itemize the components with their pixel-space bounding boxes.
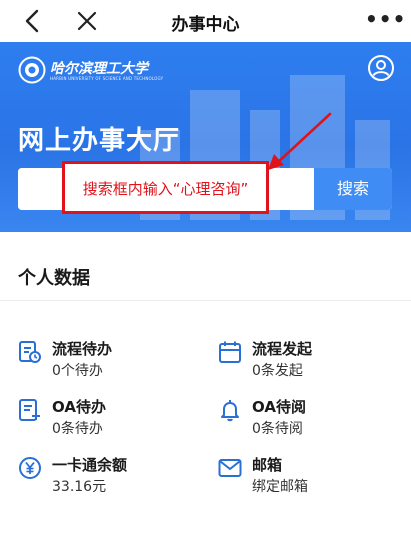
item-value: 33.16元: [52, 479, 107, 495]
item-value: 0个待办: [52, 363, 103, 379]
item-title: OA待办: [52, 398, 106, 416]
calendar-icon: [219, 341, 241, 363]
personal-item-process-todo[interactable]: 流程待办 0个待办: [18, 338, 198, 382]
personal-item-oa-todo[interactable]: OA待办 0条待办: [18, 396, 198, 440]
item-title: 邮箱: [252, 456, 283, 474]
personal-item-process-start[interactable]: 流程发起 0条发起: [218, 338, 398, 382]
item-value: 绑定邮箱: [252, 479, 308, 495]
university-emblem-icon: [18, 56, 46, 84]
more-options-button[interactable]: •••: [365, 6, 405, 32]
personal-item-oa-read[interactable]: OA待阅 0条待阅: [218, 396, 398, 440]
personal-item-mailbox[interactable]: 邮箱 绑定邮箱: [218, 454, 398, 498]
item-title: 流程待办: [52, 340, 113, 358]
process-todo-icon: [19, 341, 41, 363]
personal-item-card-balance[interactable]: 一卡通余额 33.16元: [18, 454, 198, 498]
page-title: 办事中心: [171, 15, 240, 35]
annotation-callout: 搜索框内输入“心理咨询”: [62, 161, 269, 214]
item-title: 流程发起: [252, 340, 313, 358]
item-value: 0条待办: [52, 421, 103, 437]
item-title: OA待阅: [252, 398, 306, 416]
item-value: 0条发起: [252, 363, 303, 379]
annotation-text: 搜索框内输入“心理咨询”: [82, 180, 249, 198]
yuan-icon: [19, 457, 41, 479]
user-profile-icon[interactable]: [367, 54, 395, 82]
top-nav-bar: 办事中心 •••: [0, 0, 411, 42]
university-name: 哈尔滨理工大学: [50, 61, 148, 77]
university-subtitle: HARBIN UNIVERSITY OF SCIENCE AND TECHNOL…: [50, 76, 164, 81]
document-add-icon: [19, 399, 40, 421]
item-title: 一卡通余额: [52, 456, 128, 474]
section-divider: [0, 300, 411, 301]
mail-icon: [218, 459, 242, 477]
item-value: 0条待阅: [252, 421, 303, 437]
annotation-arrow-icon: [268, 112, 332, 170]
bell-icon: [221, 400, 239, 422]
search-button[interactable]: 搜索: [314, 168, 392, 210]
section-title-personal-data: 个人数据: [18, 268, 90, 289]
university-logo: 哈尔滨理工大学 HARBIN UNIVERSITY OF SCIENCE AND…: [18, 56, 188, 86]
hall-title: 网上办事大厅: [18, 126, 181, 156]
